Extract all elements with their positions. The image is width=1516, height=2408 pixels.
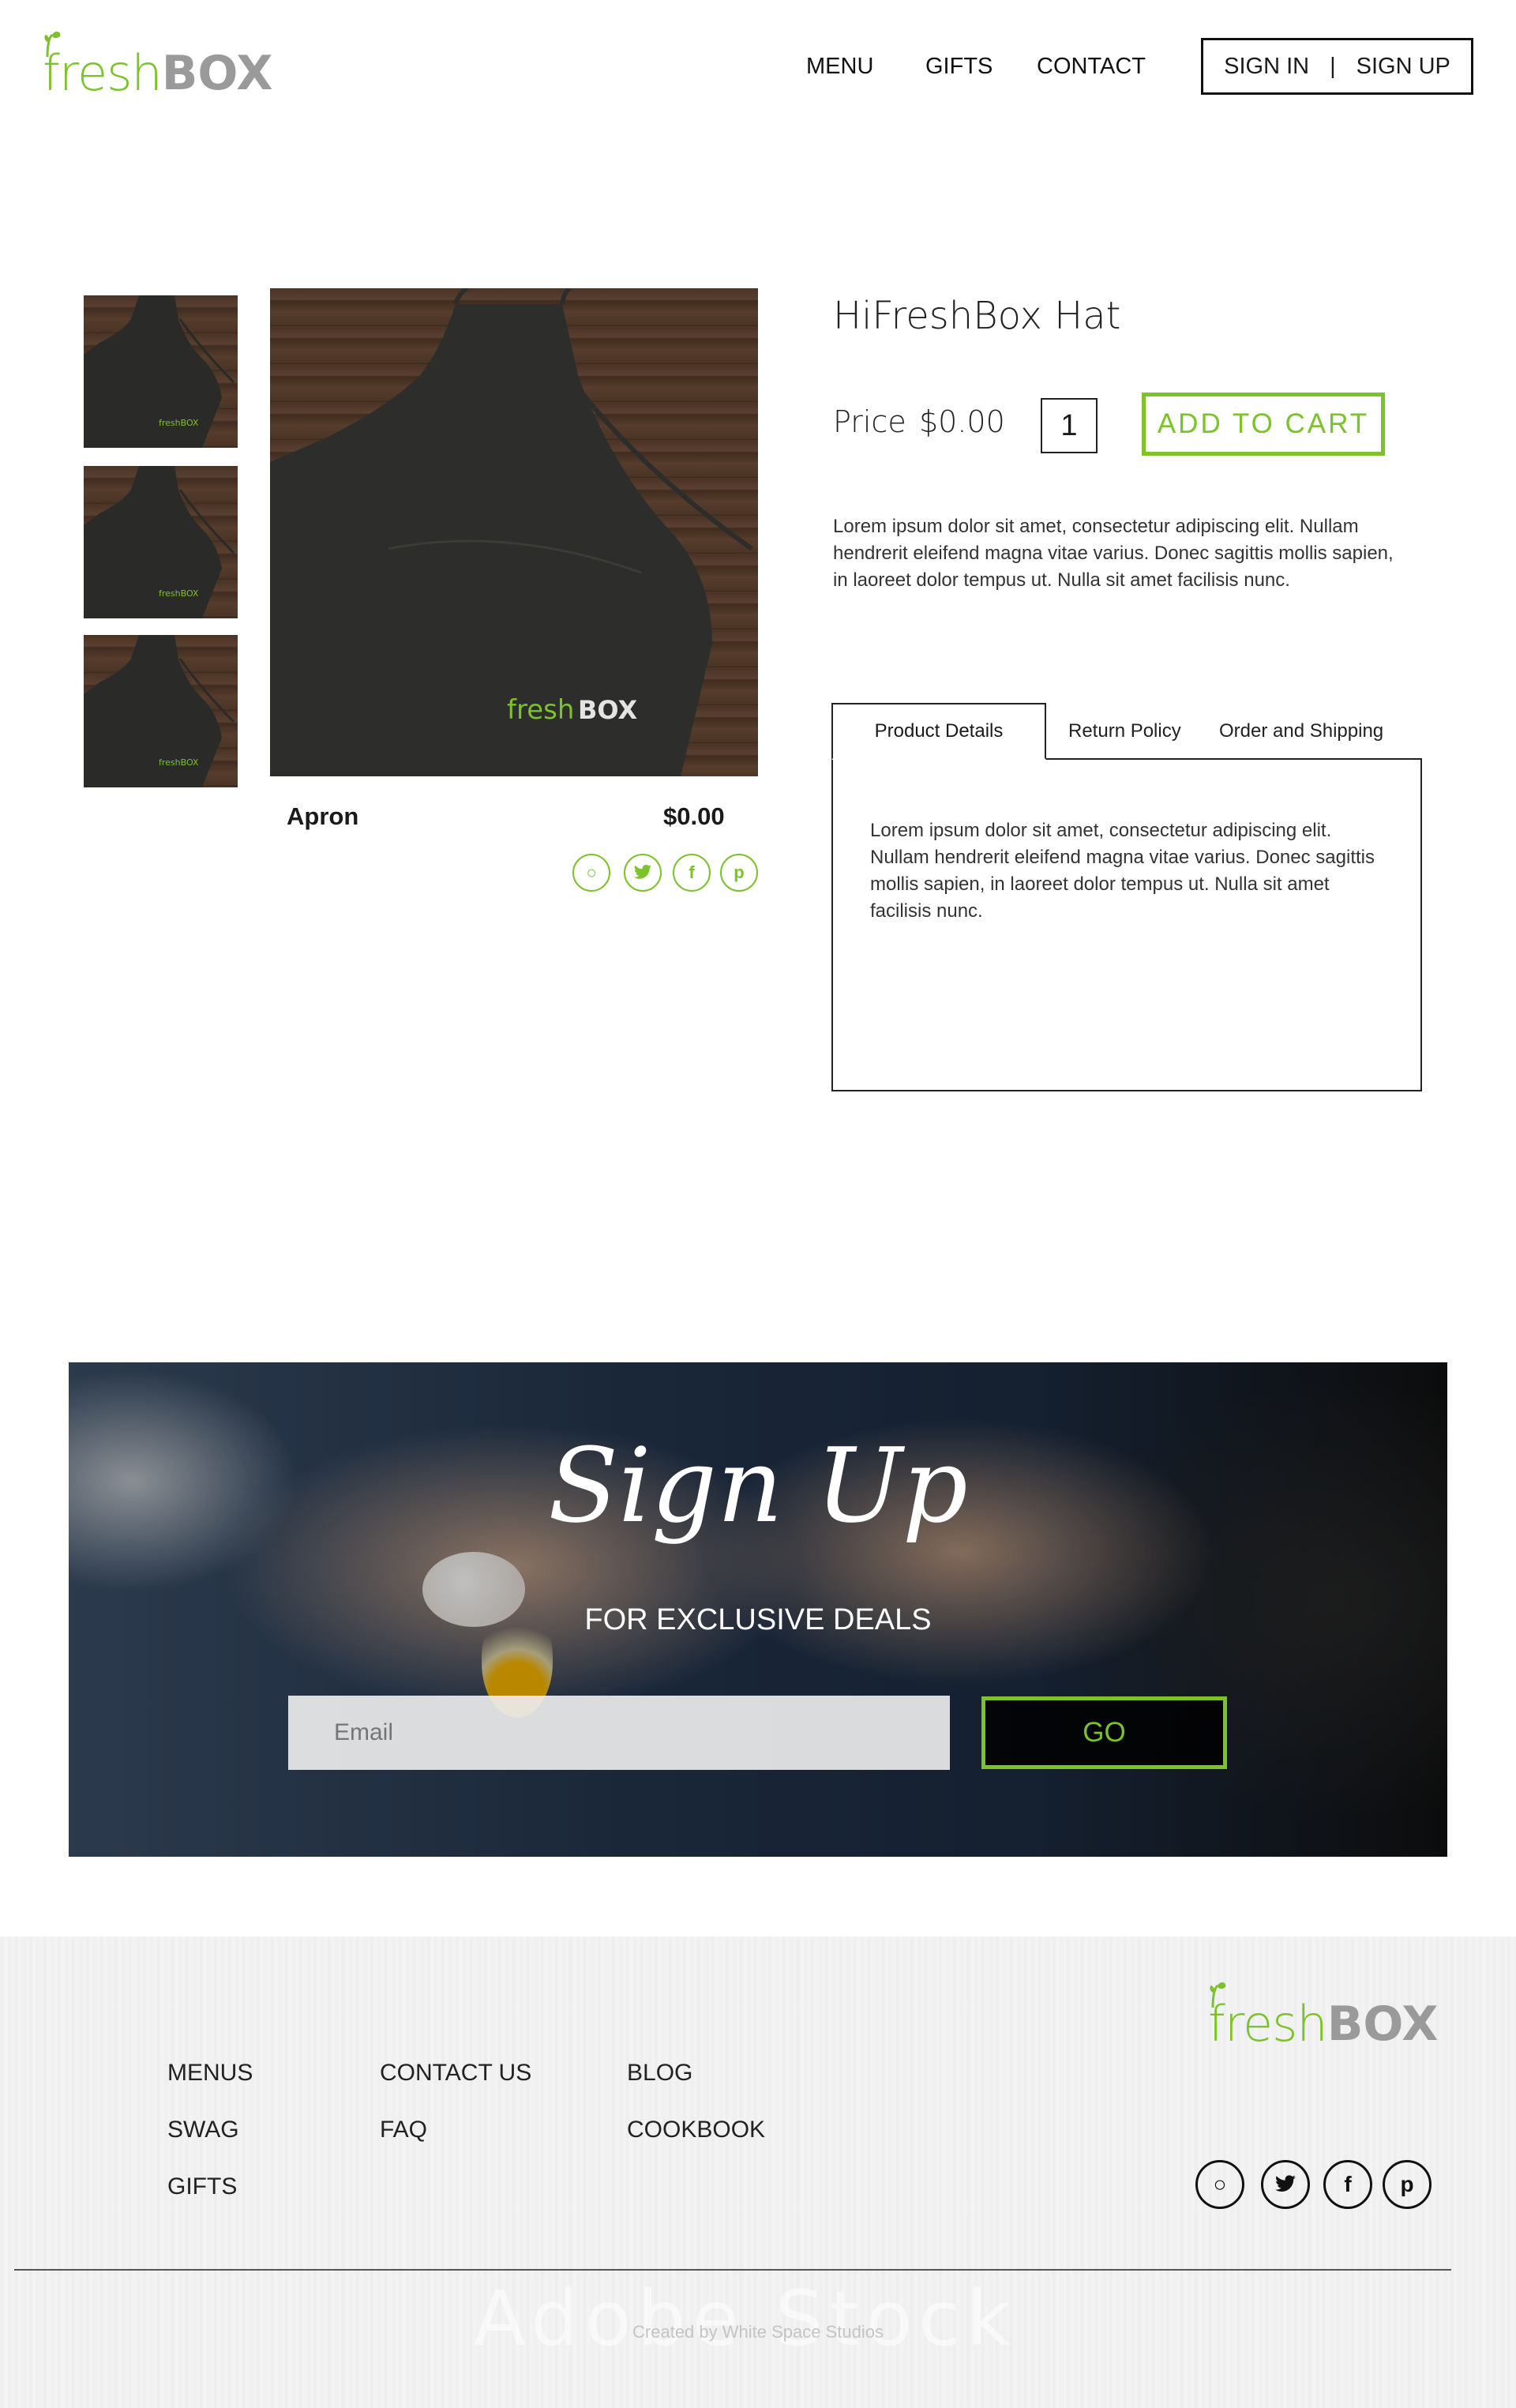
watermark: Adobe Stock [474, 2275, 1017, 2363]
brand-logo[interactable]: fresh BOX [43, 30, 273, 101]
brand-box: BOX [161, 46, 273, 101]
instagram-icon[interactable]: ○ [1195, 2160, 1244, 2209]
svg-text:freshBOX: freshBOX [159, 588, 199, 599]
product-thumbnail[interactable]: freshBOX [84, 295, 238, 448]
apron-image: freshBOX [84, 466, 235, 618]
footer-link-gifts[interactable]: GIFTS [167, 2173, 237, 2200]
nav-gifts[interactable]: GIFTS [925, 54, 993, 80]
footer-link-blog[interactable]: BLOG [627, 2060, 692, 2087]
sign-in-link[interactable]: SIGN IN [1224, 54, 1309, 80]
product-thumbnail[interactable]: freshBOX [84, 635, 238, 787]
svg-text:fresh: fresh [507, 694, 574, 726]
brand-box: BOX [1326, 1997, 1439, 2052]
svg-text:BOX: BOX [578, 695, 637, 725]
facebook-icon[interactable]: f [1323, 2160, 1372, 2209]
footer-brand-logo[interactable]: fresh BOX [1208, 1981, 1439, 2052]
email-input[interactable] [288, 1696, 950, 1770]
go-button[interactable]: GO [981, 1696, 1227, 1769]
tab-order-shipping[interactable]: Order and Shipping [1219, 720, 1383, 742]
tab-content: Lorem ipsum dolor sit amet, consectetur … [870, 820, 1375, 922]
product-thumbnail[interactable]: freshBOX [84, 466, 238, 618]
tab-panel [831, 758, 1422, 1091]
twitter-icon[interactable] [624, 854, 662, 892]
apron-image: fresh BOX [270, 288, 753, 776]
signup-banner: Sign Up FOR EXCLUSIVE DEALS GO [69, 1362, 1447, 1857]
price-value: $0.00 [919, 404, 1005, 439]
product-title: HiFreshBox Hat [833, 294, 1121, 338]
footer-link-cookbook[interactable]: COOKBOOK [627, 2117, 765, 2143]
instagram-icon[interactable]: ○ [572, 854, 610, 892]
footer-link-swag[interactable]: SWAG [167, 2117, 239, 2143]
footer-divider [14, 2269, 1451, 2271]
auth-divider: | [1330, 53, 1336, 79]
nav-contact[interactable]: CONTACT [1037, 54, 1146, 80]
signup-title: Sign Up [548, 1426, 968, 1546]
product-description: Lorem ipsum dolor sit amet, consectetur … [833, 516, 1394, 591]
tab-product-details[interactable]: Product Details [831, 703, 1046, 760]
twitter-icon[interactable] [1261, 2160, 1310, 2209]
footer-credit: Created by White Space Studios [632, 2322, 884, 2342]
apron-image: freshBOX [84, 295, 235, 448]
pinterest-icon[interactable]: p [720, 854, 758, 892]
svg-text:freshBOX: freshBOX [159, 757, 199, 768]
tab-return-policy[interactable]: Return Policy [1068, 720, 1181, 742]
quantity-input[interactable]: 1 [1041, 398, 1098, 453]
svg-text:freshBOX: freshBOX [159, 418, 199, 428]
product-caption-name: Apron [287, 802, 359, 830]
pinterest-icon[interactable]: p [1383, 2160, 1432, 2209]
nav-menu[interactable]: MENU [806, 54, 873, 80]
price-label: Price [833, 404, 906, 439]
auth-box: SIGN IN | SIGN UP [1201, 38, 1473, 95]
footer-link-faq[interactable]: FAQ [380, 2117, 427, 2143]
signup-subtitle: FOR EXCLUSIVE DEALS [584, 1603, 932, 1636]
leaf-icon [1210, 1982, 1226, 2008]
footer-link-menus[interactable]: MENUS [167, 2060, 253, 2087]
product-caption-price: $0.00 [663, 802, 725, 830]
leaf-icon [44, 31, 61, 57]
product-main-image[interactable]: fresh BOX [270, 288, 758, 776]
footer-link-contact-us[interactable]: CONTACT US [380, 2060, 531, 2087]
apron-image: freshBOX [84, 635, 235, 787]
add-to-cart-button[interactable]: ADD TO CART [1142, 393, 1385, 456]
facebook-icon[interactable]: f [673, 854, 711, 892]
sign-up-link[interactable]: SIGN UP [1357, 54, 1450, 80]
